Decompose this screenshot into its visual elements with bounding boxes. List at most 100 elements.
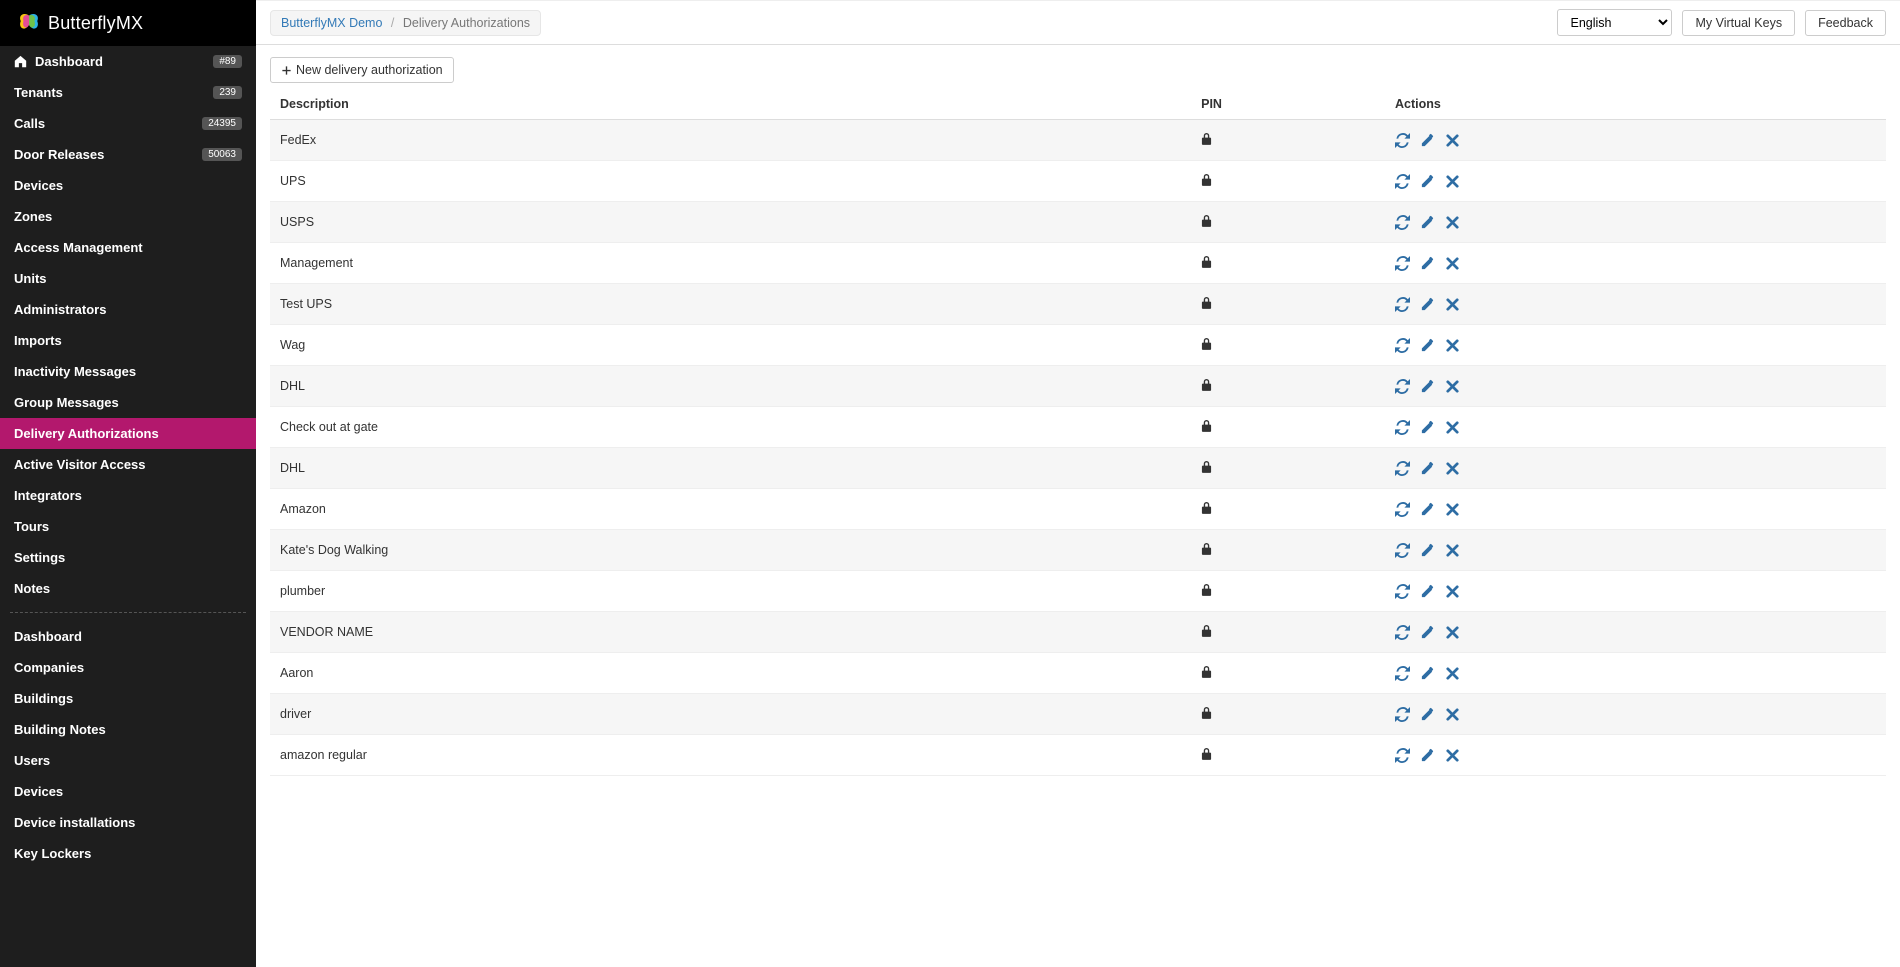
feedback-button[interactable]: Feedback bbox=[1805, 10, 1886, 36]
refresh-icon[interactable] bbox=[1395, 707, 1410, 722]
delete-icon[interactable] bbox=[1445, 543, 1460, 558]
cell-actions bbox=[1385, 489, 1886, 530]
delete-icon[interactable] bbox=[1445, 256, 1460, 271]
sidebar-item-imports[interactable]: Imports bbox=[0, 325, 256, 356]
refresh-icon[interactable] bbox=[1395, 215, 1410, 230]
refresh-icon[interactable] bbox=[1395, 625, 1410, 640]
delete-icon[interactable] bbox=[1445, 584, 1460, 599]
edit-icon[interactable] bbox=[1420, 461, 1435, 476]
breadcrumb-root[interactable]: ButterflyMX Demo bbox=[281, 16, 382, 30]
refresh-icon[interactable] bbox=[1395, 584, 1410, 599]
delete-icon[interactable] bbox=[1445, 215, 1460, 230]
edit-icon[interactable] bbox=[1420, 584, 1435, 599]
delete-icon[interactable] bbox=[1445, 625, 1460, 640]
sidebar-item-label: Tenants bbox=[14, 85, 63, 100]
cell-actions bbox=[1385, 202, 1886, 243]
sidebar-item-device-installations[interactable]: Device installations bbox=[0, 807, 256, 838]
edit-icon[interactable] bbox=[1420, 420, 1435, 435]
delete-icon[interactable] bbox=[1445, 174, 1460, 189]
edit-icon[interactable] bbox=[1420, 625, 1435, 640]
sidebar-item-access-management[interactable]: Access Management bbox=[0, 232, 256, 263]
sidebar-item-buildings[interactable]: Buildings bbox=[0, 683, 256, 714]
cell-description: Check out at gate bbox=[270, 407, 1191, 448]
cell-pin bbox=[1191, 489, 1385, 530]
edit-icon[interactable] bbox=[1420, 133, 1435, 148]
refresh-icon[interactable] bbox=[1395, 379, 1410, 394]
lock-icon bbox=[1201, 542, 1212, 555]
sidebar-item-tenants[interactable]: Tenants239 bbox=[0, 77, 256, 108]
delete-icon[interactable] bbox=[1445, 502, 1460, 517]
brand-logo[interactable]: ButterflyMX bbox=[0, 0, 256, 46]
refresh-icon[interactable] bbox=[1395, 502, 1410, 517]
sidebar-item-key-lockers[interactable]: Key Lockers bbox=[0, 838, 256, 869]
refresh-icon[interactable] bbox=[1395, 666, 1410, 681]
sidebar-item-devices[interactable]: Devices bbox=[0, 170, 256, 201]
delete-icon[interactable] bbox=[1445, 707, 1460, 722]
sidebar-item-notes[interactable]: Notes bbox=[0, 573, 256, 604]
sidebar-item-administrators[interactable]: Administrators bbox=[0, 294, 256, 325]
cell-actions bbox=[1385, 530, 1886, 571]
sidebar-item-dashboard[interactable]: Dashboard bbox=[0, 621, 256, 652]
sidebar-item-dashboard[interactable]: Dashboard#89 bbox=[0, 46, 256, 77]
edit-icon[interactable] bbox=[1420, 215, 1435, 230]
sidebar-item-settings[interactable]: Settings bbox=[0, 542, 256, 573]
delete-icon[interactable] bbox=[1445, 748, 1460, 763]
sidebar-item-units[interactable]: Units bbox=[0, 263, 256, 294]
cell-pin bbox=[1191, 202, 1385, 243]
cell-actions bbox=[1385, 243, 1886, 284]
refresh-icon[interactable] bbox=[1395, 256, 1410, 271]
lock-icon bbox=[1201, 296, 1212, 309]
breadcrumb-current: Delivery Authorizations bbox=[403, 16, 530, 30]
edit-icon[interactable] bbox=[1420, 748, 1435, 763]
edit-icon[interactable] bbox=[1420, 502, 1435, 517]
delete-icon[interactable] bbox=[1445, 338, 1460, 353]
new-delivery-authorization-button[interactable]: New delivery authorization bbox=[270, 57, 454, 83]
refresh-icon[interactable] bbox=[1395, 461, 1410, 476]
sidebar-item-companies[interactable]: Companies bbox=[0, 652, 256, 683]
delete-icon[interactable] bbox=[1445, 297, 1460, 312]
cell-pin bbox=[1191, 325, 1385, 366]
refresh-icon[interactable] bbox=[1395, 748, 1410, 763]
sidebar-item-devices[interactable]: Devices bbox=[0, 776, 256, 807]
lock-icon bbox=[1201, 337, 1212, 350]
refresh-icon[interactable] bbox=[1395, 174, 1410, 189]
sidebar-item-active-visitor-access[interactable]: Active Visitor Access bbox=[0, 449, 256, 480]
sidebar-item-group-messages[interactable]: Group Messages bbox=[0, 387, 256, 418]
refresh-icon[interactable] bbox=[1395, 297, 1410, 312]
cell-actions bbox=[1385, 325, 1886, 366]
delete-icon[interactable] bbox=[1445, 461, 1460, 476]
refresh-icon[interactable] bbox=[1395, 420, 1410, 435]
sidebar-item-calls[interactable]: Calls24395 bbox=[0, 108, 256, 139]
sidebar-item-tours[interactable]: Tours bbox=[0, 511, 256, 542]
refresh-icon[interactable] bbox=[1395, 338, 1410, 353]
delete-icon[interactable] bbox=[1445, 379, 1460, 394]
edit-icon[interactable] bbox=[1420, 338, 1435, 353]
sidebar-item-integrators[interactable]: Integrators bbox=[0, 480, 256, 511]
edit-icon[interactable] bbox=[1420, 174, 1435, 189]
sidebar-item-delivery-authorizations[interactable]: Delivery Authorizations bbox=[0, 418, 256, 449]
sidebar-item-zones[interactable]: Zones bbox=[0, 201, 256, 232]
edit-icon[interactable] bbox=[1420, 666, 1435, 681]
col-header-description[interactable]: Description bbox=[270, 89, 1191, 120]
language-select[interactable]: English bbox=[1557, 9, 1672, 36]
delete-icon[interactable] bbox=[1445, 420, 1460, 435]
sidebar-item-users[interactable]: Users bbox=[0, 745, 256, 776]
edit-icon[interactable] bbox=[1420, 297, 1435, 312]
edit-icon[interactable] bbox=[1420, 256, 1435, 271]
refresh-icon[interactable] bbox=[1395, 543, 1410, 558]
cell-pin bbox=[1191, 571, 1385, 612]
col-header-pin[interactable]: PIN bbox=[1191, 89, 1385, 120]
cell-actions bbox=[1385, 694, 1886, 735]
edit-icon[interactable] bbox=[1420, 543, 1435, 558]
virtual-keys-button[interactable]: My Virtual Keys bbox=[1682, 10, 1795, 36]
delete-icon[interactable] bbox=[1445, 133, 1460, 148]
refresh-icon[interactable] bbox=[1395, 133, 1410, 148]
sidebar-item-door-releases[interactable]: Door Releases50063 bbox=[0, 139, 256, 170]
sidebar-item-inactivity-messages[interactable]: Inactivity Messages bbox=[0, 356, 256, 387]
sidebar-item-label: Buildings bbox=[14, 691, 73, 706]
sidebar-item-building-notes[interactable]: Building Notes bbox=[0, 714, 256, 745]
table-row: Kate's Dog Walking bbox=[270, 530, 1886, 571]
edit-icon[interactable] bbox=[1420, 379, 1435, 394]
edit-icon[interactable] bbox=[1420, 707, 1435, 722]
delete-icon[interactable] bbox=[1445, 666, 1460, 681]
